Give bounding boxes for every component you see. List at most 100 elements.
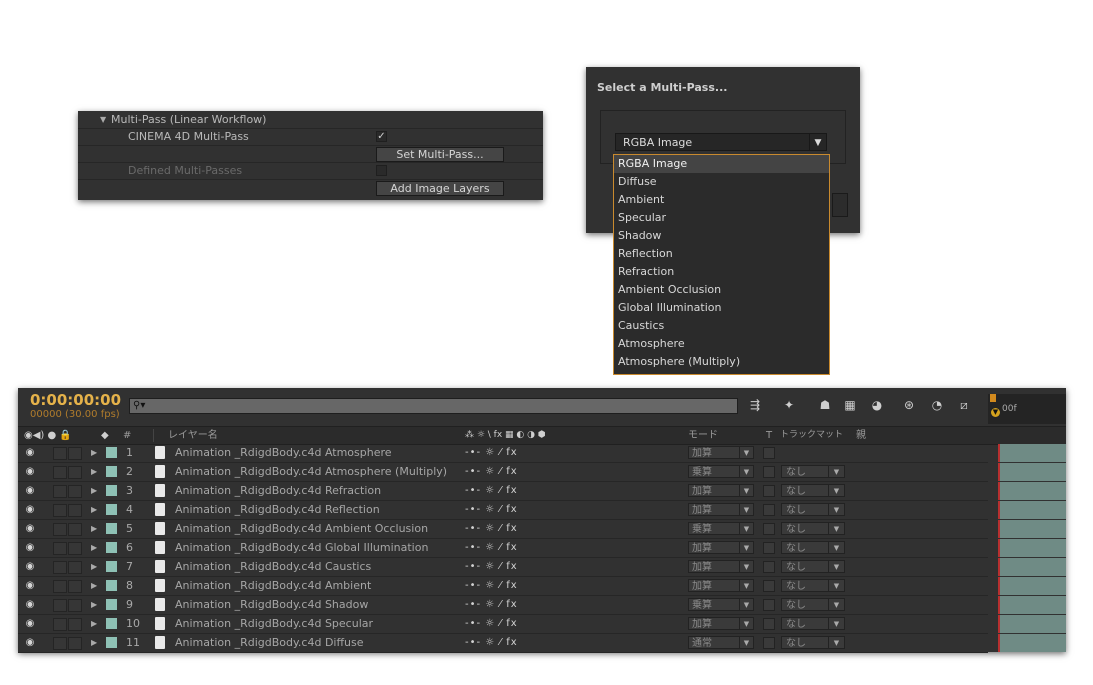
layer-duration-bar[interactable] (998, 463, 1066, 481)
work-area-start[interactable] (990, 394, 996, 402)
label-color-swatch[interactable] (106, 599, 117, 610)
trackmatte-select[interactable]: なし ▼ (781, 617, 845, 630)
layer-name[interactable]: Animation _RdigdBody.c4d Refraction (175, 482, 381, 500)
layer-duration-bar[interactable] (998, 596, 1066, 614)
preserve-transparency-checkbox[interactable] (763, 447, 775, 459)
layer-switches[interactable]: -•- ☼ ⁄ fx (465, 539, 518, 557)
expand-triangle-icon[interactable]: ▶ (91, 596, 97, 614)
chevron-down-icon[interactable]: ▼ (828, 618, 844, 629)
dropdown-option[interactable]: Ambient (614, 191, 829, 209)
trackmatte-select[interactable]: なし ▼ (781, 560, 845, 573)
label-color-swatch[interactable] (106, 466, 117, 477)
layer-row[interactable]: ◉ ▶ 1 Animation _RdigdBody.c4d Atmosphere -•… (18, 444, 988, 463)
chevron-down-icon[interactable]: ▼ (828, 542, 844, 553)
lock-toggle[interactable] (68, 618, 82, 631)
layer-duration-bar[interactable] (998, 615, 1066, 633)
layer-row[interactable]: ◉ ▶ 6 Animation _RdigdBody.c4d Global Illum… (18, 539, 988, 558)
trackmatte-select[interactable]: なし ▼ (781, 465, 845, 478)
lock-toggle[interactable] (68, 599, 82, 612)
lock-toggle[interactable] (68, 447, 82, 460)
dropdown-option[interactable]: Reflection (614, 245, 829, 263)
expand-triangle-icon[interactable]: ▶ (91, 520, 97, 538)
expand-triangle-icon[interactable]: ▶ (91, 615, 97, 633)
frame-blending-icon[interactable]: ▦ (841, 397, 859, 413)
chevron-down-icon[interactable]: ▼ (828, 504, 844, 515)
solo-toggle[interactable] (53, 637, 67, 650)
eye-icon[interactable]: ◉ (24, 542, 36, 554)
chevron-down-icon[interactable]: ▼ (828, 580, 844, 591)
layer-duration-bar[interactable] (998, 482, 1066, 500)
defined-multipasses-checkbox[interactable] (376, 165, 387, 176)
solo-toggle[interactable] (53, 561, 67, 574)
layer-row[interactable]: ◉ ▶ 2 Animation _RdigdBody.c4d Atmosphere (… (18, 463, 988, 482)
multipass-section-row[interactable]: ▼ Multi-Pass (Linear Workflow) (78, 111, 543, 129)
label-color-swatch[interactable] (106, 523, 117, 534)
brainstorm-icon[interactable]: ⊛ (900, 397, 918, 413)
c4d-multipass-checkbox[interactable]: ✓ (376, 131, 387, 142)
label-color-swatch[interactable] (106, 618, 117, 629)
layer-duration-bar[interactable] (998, 444, 1066, 462)
preserve-transparency-checkbox[interactable] (763, 599, 775, 611)
lock-toggle[interactable] (68, 542, 82, 555)
column-header-num[interactable]: # (123, 427, 131, 444)
chevron-down-icon[interactable]: ▼ (739, 504, 753, 515)
layer-duration-bar[interactable] (998, 520, 1066, 538)
layer-name[interactable]: Animation _RdigdBody.c4d Specular (175, 615, 373, 633)
blend-mode-select[interactable]: 加算 ▼ (688, 503, 754, 516)
layer-switches[interactable]: -•- ☼ ⁄ fx (465, 577, 518, 595)
dropdown-option[interactable]: Shadow (614, 227, 829, 245)
layer-name[interactable]: Animation _RdigdBody.c4d Global Illumina… (175, 539, 428, 557)
layer-row[interactable]: ◉ ▶ 10 Animation _RdigdBody.c4d Specular -•-… (18, 615, 988, 634)
eye-icon[interactable]: ◉ (24, 447, 36, 459)
dropdown-option[interactable]: Atmosphere (614, 335, 829, 353)
layer-name[interactable]: Animation _RdigdBody.c4d Atmosphere (175, 444, 392, 462)
layer-name[interactable]: Animation _RdigdBody.c4d Caustics (175, 558, 371, 576)
column-header-parent[interactable]: 親 (856, 427, 866, 444)
label-color-swatch[interactable] (106, 542, 117, 553)
preserve-transparency-checkbox[interactable] (763, 542, 775, 554)
layer-switches[interactable]: -•- ☼ ⁄ fx (465, 558, 518, 576)
dropdown-option[interactable]: RGBA Image (614, 155, 829, 173)
column-header-mode[interactable]: モード (688, 427, 718, 444)
current-timecode[interactable]: 0:00:00:00 (30, 391, 121, 409)
label-header-icon[interactable]: ◆ (101, 427, 109, 444)
eye-icon[interactable]: ◉ (24, 580, 36, 592)
expand-triangle-icon[interactable]: ▶ (91, 444, 97, 462)
solo-toggle[interactable] (53, 523, 67, 536)
dropdown-option[interactable]: Global Illumination (614, 299, 829, 317)
dropdown-option[interactable]: Ambient Occlusion (614, 281, 829, 299)
solo-toggle[interactable] (53, 466, 67, 479)
layer-row[interactable]: ◉ ▶ 3 Animation _RdigdBody.c4d Refraction -•… (18, 482, 988, 501)
layer-name[interactable]: Animation _RdigdBody.c4d Shadow (175, 596, 368, 614)
chevron-down-icon[interactable]: ▼ (739, 599, 753, 610)
layer-row[interactable]: ◉ ▶ 9 Animation _RdigdBody.c4d Shadow -•- ☼ … (18, 596, 988, 615)
chevron-down-icon[interactable]: ▼ (828, 523, 844, 534)
layer-switches[interactable]: -•- ☼ ⁄ fx (465, 520, 518, 538)
layer-name[interactable]: Animation _RdigdBody.c4d Diffuse (175, 634, 364, 652)
expand-triangle-icon[interactable]: ▶ (91, 463, 97, 481)
blend-mode-select[interactable]: 加算 ▼ (688, 617, 754, 630)
set-multipass-button[interactable]: Set Multi-Pass... (376, 147, 504, 162)
time-ruler[interactable]: ▼ 00f (988, 394, 1066, 424)
layer-duration-bar[interactable] (998, 558, 1066, 576)
motion-blur-icon[interactable]: ◕ (868, 397, 886, 413)
expand-triangle-icon[interactable]: ▶ (91, 482, 97, 500)
lock-toggle[interactable] (68, 637, 82, 650)
dropdown-option[interactable]: Refraction (614, 263, 829, 281)
blend-mode-select[interactable]: 乗算 ▼ (688, 598, 754, 611)
lock-toggle[interactable] (68, 561, 82, 574)
layer-duration-bar[interactable] (998, 577, 1066, 595)
layer-switches[interactable]: -•- ☼ ⁄ fx (465, 463, 518, 481)
expand-triangle-icon[interactable]: ▶ (91, 577, 97, 595)
preserve-transparency-checkbox[interactable] (763, 485, 775, 497)
chevron-down-icon[interactable]: ▼ (739, 447, 753, 458)
composition-mini-flowchart-icon[interactable]: ⇶ (746, 397, 764, 413)
eye-icon[interactable]: ◉ (24, 485, 36, 497)
dropdown-option[interactable]: Atmosphere (Multiply) (614, 353, 829, 371)
trackmatte-select[interactable]: なし ▼ (781, 598, 845, 611)
expand-triangle-icon[interactable]: ▶ (91, 501, 97, 519)
multipass-select[interactable]: RGBA Image ▼ (615, 133, 827, 151)
dropdown-option[interactable]: Diffuse (614, 173, 829, 191)
lock-toggle[interactable] (68, 504, 82, 517)
lock-toggle[interactable] (68, 580, 82, 593)
